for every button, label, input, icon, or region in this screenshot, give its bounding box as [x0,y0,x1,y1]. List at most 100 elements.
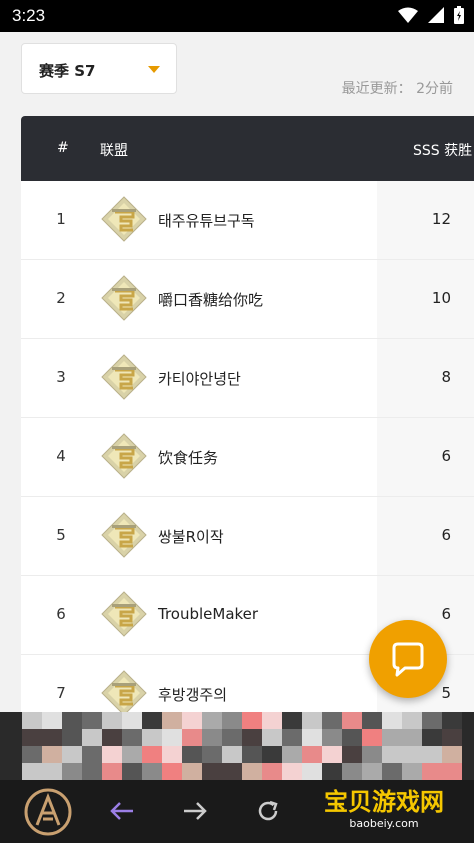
wifi-icon [398,7,418,23]
ad-pixel [322,746,342,763]
team-name[interactable]: 쌍불R이작 [158,526,224,547]
ad-pixel [402,712,422,729]
ad-pixel [142,763,162,780]
table-row[interactable]: 3 카티야안녕단 8 [21,339,474,418]
ad-pixel [102,712,122,729]
watermark-logo: 宝贝游戏网 baobeiy.com [324,782,444,830]
ad-pixel [122,712,142,729]
ad-pixel [122,729,142,746]
team-name[interactable]: 후방갱주의 [158,684,227,705]
ad-pixel [162,712,182,729]
row-rank: 2 [56,289,66,307]
team-emblem-icon [101,670,147,712]
table-row[interactable]: 4 饮食任务 6 [21,418,474,497]
ad-pixel [342,729,362,746]
ad-pixel [302,746,322,763]
team-name[interactable]: 饮食任务 [158,447,218,468]
ad-pixel [382,729,402,746]
table-header: # 联盟 SSS 获胜 [21,116,474,181]
table-row[interactable]: 5 쌍불R이작 6 [21,497,474,576]
ad-pixel [162,763,182,780]
leaderboard-page: 赛季 S7 最近更新： 2分前 # 联盟 SSS 获胜 1 태주유튜브구독 12 2 嚼… [0,32,474,712]
ad-pixel [302,729,322,746]
row-rank: 5 [56,526,66,544]
forward-arrow-icon[interactable] [178,794,212,828]
ad-pixel [202,746,222,763]
ad-pixel [362,763,382,780]
team-wins: 6 [441,526,451,544]
team-name[interactable]: 카티야안녕단 [158,368,241,389]
ad-banner[interactable] [0,712,474,780]
ad-pixel [422,729,442,746]
ad-pixel [322,729,342,746]
table-row[interactable]: 2 嚼口香糖给你吃 10 [21,260,474,339]
ad-pixel [22,763,42,780]
ad-pixel [362,729,382,746]
header-wins[interactable]: SSS 获胜 [413,140,472,160]
wins-cell-bg [377,181,474,259]
ad-pixel [262,712,282,729]
wins-cell-bg [377,497,474,575]
status-bar: 3:23 [0,0,474,32]
app-logo-icon[interactable] [22,786,74,838]
ad-pixel [122,746,142,763]
ad-pixel [42,729,62,746]
team-name[interactable]: 嚼口香糖给你吃 [158,289,263,310]
ad-pixel [42,746,62,763]
team-emblem-icon [101,196,147,242]
ad-pixel [102,763,122,780]
ad-pixel [422,763,442,780]
reload-icon[interactable] [251,794,285,828]
team-name[interactable]: TroubleMaker [158,605,258,623]
ad-pixel [82,746,102,763]
ad-pixel [242,712,262,729]
header-team[interactable]: 联盟 [100,140,128,160]
ad-pixel [82,763,102,780]
team-wins: 12 [431,210,451,228]
ad-pixel [102,729,122,746]
ad-pixel [182,729,202,746]
ad-pixel [142,746,162,763]
ad-pixel [282,712,302,729]
ad-pixel [262,763,282,780]
wins-cell-bg [377,418,474,496]
ad-pixel [402,746,422,763]
row-rank: 7 [56,684,66,702]
team-name[interactable]: 태주유튜브구독 [158,210,255,231]
season-dropdown[interactable]: 赛季 S7 [21,43,177,94]
battery-icon [454,6,464,24]
ad-pixel [22,712,42,729]
ad-pixel [402,763,422,780]
header-rank: # [57,140,69,156]
ad-pixel [442,746,462,763]
table-row[interactable]: 1 태주유튜브구독 12 [21,181,474,260]
ad-pixel [222,763,242,780]
ad-pixel [342,712,362,729]
ad-pixel [202,729,222,746]
back-arrow-icon[interactable] [105,794,139,828]
ad-pixel [382,712,402,729]
ad-pixel [62,729,82,746]
ad-pixel [362,746,382,763]
ad-pixel [182,712,202,729]
ad-pixel [442,712,462,729]
team-emblem-icon [101,433,147,479]
watermark-url: baobeiy.com [349,817,419,830]
ad-pixel [62,712,82,729]
wins-cell-bg [377,339,474,417]
ad-pixel [62,763,82,780]
team-emblem-icon [101,591,147,637]
row-rank: 4 [56,447,66,465]
ad-pixel [442,763,462,780]
ad-pixel [182,763,202,780]
team-wins: 8 [441,368,451,386]
chat-bubble-icon [392,642,424,677]
ad-pixel [42,712,62,729]
ad-pixel [382,763,402,780]
ad-pixel [302,712,322,729]
ad-pixel [222,712,242,729]
ad-pixel [82,729,102,746]
chat-button[interactable] [369,620,447,698]
ad-pixel [242,729,262,746]
ad-pixel [142,712,162,729]
